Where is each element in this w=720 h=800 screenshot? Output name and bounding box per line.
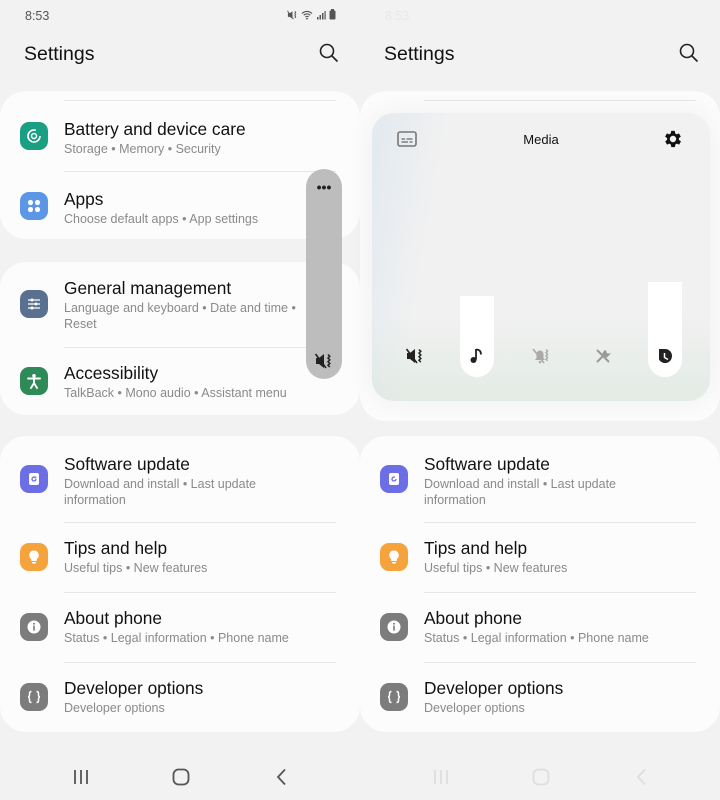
- list-item-about-phone[interactable]: About phone Status • Legal information •…: [360, 594, 720, 662]
- music-note-icon[interactable]: [467, 346, 487, 366]
- sliders-icon: [20, 290, 48, 318]
- braces-icon: [20, 683, 48, 711]
- page-title: Settings: [24, 43, 95, 65]
- info-icon: [380, 613, 408, 641]
- volume-stream-title: Media: [523, 132, 559, 147]
- navigation-bar: [360, 750, 720, 800]
- lightbulb-icon: [20, 543, 48, 571]
- settings-card-support: Software update Download and install • L…: [0, 436, 360, 732]
- device-care-icon: [20, 122, 48, 150]
- software-update-icon: [380, 465, 408, 493]
- search-icon[interactable]: [678, 42, 700, 64]
- item-subtitle: Storage • Memory • Security: [64, 142, 221, 156]
- item-subtitle: Useful tips • New features: [424, 561, 568, 575]
- divider: [64, 347, 336, 348]
- divider: [424, 592, 696, 593]
- item-subtitle: Developer options: [64, 701, 165, 715]
- divider: [424, 100, 696, 101]
- item-subtitle: TalkBack • Mono audio • Assistant menu: [64, 386, 287, 400]
- divider: [64, 100, 336, 101]
- item-title: Accessibility: [64, 363, 159, 383]
- item-title: General management: [64, 278, 232, 298]
- page-title: Settings: [384, 43, 455, 65]
- list-item-about-phone[interactable]: About phone Status • Legal information •…: [0, 594, 360, 662]
- item-title: Tips and help: [64, 538, 168, 558]
- settings-card-support: Software update Download and install • L…: [360, 436, 720, 732]
- list-item-battery[interactable]: Battery and device care Storage • Memory…: [0, 109, 360, 169]
- item-title: Apps: [64, 189, 104, 209]
- volume-panel-expanded: Media: [372, 113, 710, 401]
- braces-icon: [380, 683, 408, 711]
- divider: [64, 662, 336, 663]
- info-icon: [20, 613, 48, 641]
- list-item-tips[interactable]: Tips and help Useful tips • New features: [0, 524, 360, 592]
- volume-slider-system[interactable]: [586, 179, 620, 377]
- volume-slider-notifications[interactable]: [524, 179, 558, 377]
- recents-icon[interactable]: [69, 766, 93, 788]
- home-icon[interactable]: [169, 766, 193, 788]
- item-subtitle: Useful tips • New features: [64, 561, 208, 575]
- recents-icon[interactable]: [429, 766, 453, 788]
- mute-vibrate-icon[interactable]: [314, 351, 334, 371]
- status-bar: 8:53: [360, 0, 720, 34]
- list-item-tips[interactable]: Tips and help Useful tips • New features: [360, 524, 720, 592]
- mute-vibrate-icon[interactable]: [405, 346, 425, 366]
- more-options-icon[interactable]: •••: [306, 179, 342, 195]
- gear-icon[interactable]: [662, 128, 684, 150]
- item-title: Developer options: [64, 678, 204, 698]
- apps-icon: [20, 192, 48, 220]
- settings-screen-collapsed-volume: 8:53 Settings Battery and device care St…: [0, 0, 360, 800]
- signal-icon: [317, 10, 326, 19]
- home-icon[interactable]: [529, 766, 553, 788]
- item-title: Developer options: [424, 678, 564, 698]
- navigation-bar: [0, 750, 360, 800]
- back-icon[interactable]: [270, 766, 294, 788]
- divider: [64, 171, 336, 172]
- list-item-software-update[interactable]: Software update Download and install • L…: [0, 436, 360, 522]
- item-subtitle: Language and keyboard • Date and time • …: [64, 301, 296, 331]
- volume-slider-ringtone[interactable]: [398, 179, 432, 377]
- item-subtitle: Status • Legal information • Phone name: [64, 631, 289, 645]
- software-update-icon: [20, 465, 48, 493]
- volume-panel-collapsed[interactable]: •••: [306, 169, 342, 379]
- divider: [424, 662, 696, 663]
- item-title: About phone: [424, 608, 523, 628]
- lightbulb-icon: [380, 543, 408, 571]
- item-title: About phone: [64, 608, 163, 628]
- wifi-icon: [301, 10, 313, 19]
- volume-slider-bixby[interactable]: [648, 179, 682, 377]
- system-off-icon[interactable]: [593, 346, 613, 366]
- item-subtitle: Developer options: [424, 701, 525, 715]
- item-title: Software update: [64, 454, 190, 474]
- item-subtitle: Download and install • Last update infor…: [424, 477, 617, 507]
- search-icon[interactable]: [318, 42, 340, 64]
- item-subtitle: Download and install • Last update infor…: [64, 477, 257, 507]
- status-time: 8:53: [25, 9, 50, 23]
- item-title: Tips and help: [424, 538, 528, 558]
- status-bar: 8:53: [0, 0, 360, 34]
- item-subtitle: Status • Legal information • Phone name: [424, 631, 649, 645]
- item-subtitle: Choose default apps • App settings: [64, 212, 259, 226]
- notification-off-icon[interactable]: [531, 346, 551, 366]
- divider: [64, 592, 336, 593]
- item-title: Battery and device care: [64, 119, 246, 139]
- list-item-software-update[interactable]: Software update Download and install • L…: [360, 436, 720, 522]
- divider: [424, 522, 696, 523]
- item-title: Software update: [424, 454, 550, 474]
- list-item-developer-options[interactable]: Developer options Developer options: [360, 664, 720, 732]
- volume-slider-media[interactable]: [460, 179, 494, 377]
- battery-icon: [329, 9, 336, 20]
- mute-vibrate-icon: [287, 10, 297, 19]
- back-icon[interactable]: [630, 766, 654, 788]
- status-time: 8:53: [385, 9, 410, 23]
- accessibility-icon: [20, 367, 48, 395]
- divider: [64, 522, 336, 523]
- list-item-developer-options[interactable]: Developer options Developer options: [0, 664, 360, 732]
- bixby-icon[interactable]: [655, 346, 675, 366]
- status-icons: [287, 9, 336, 20]
